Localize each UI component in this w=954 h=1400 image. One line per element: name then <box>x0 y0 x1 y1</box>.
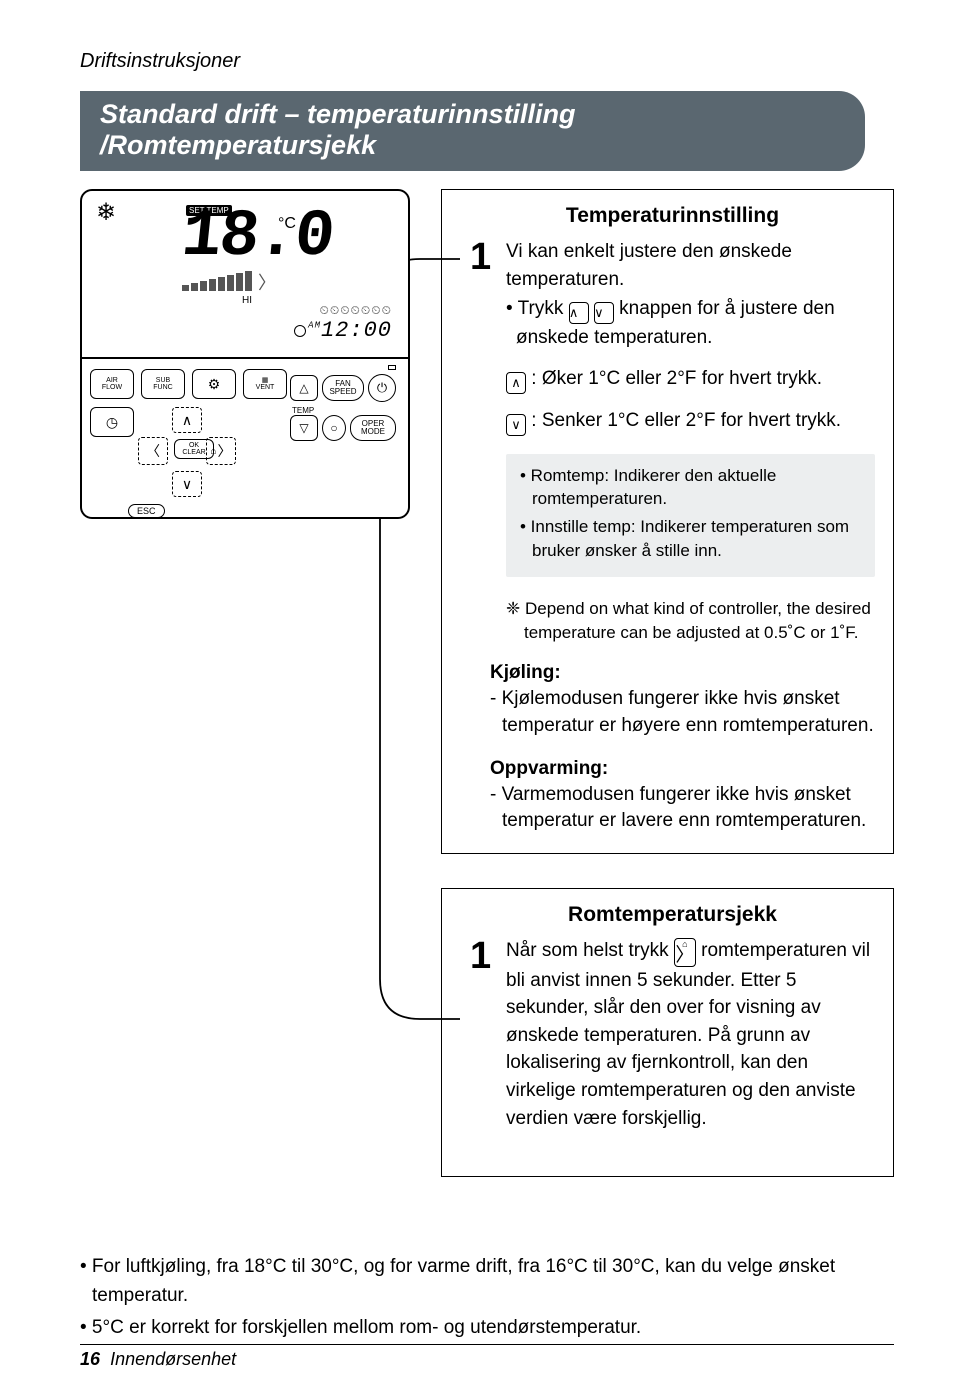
step1-text: Vi kan enkelt justere den ønskede temper… <box>506 238 875 293</box>
sub-func-button[interactable]: SUBFUNC <box>141 369 185 399</box>
fan-arrow-icon: 〉 <box>258 269 276 295</box>
up-key-icon: ∧ <box>569 302 589 324</box>
heating-body: - Varmemodusen fungerer ikke hvis ønsket… <box>490 782 875 835</box>
page-footer: 16 Innendørsenhet <box>80 1344 894 1370</box>
temp-label: TEMP <box>292 406 396 415</box>
clock-readout: AM12:00 <box>294 318 392 343</box>
note-innstille: • Innstille temp: Indikerer temperaturen… <box>520 515 861 563</box>
power-icon: ⏻ <box>377 380 387 396</box>
vent-button[interactable]: ▦VENT <box>243 369 287 399</box>
fan-speed-button[interactable]: FANSPEED <box>322 375 364 401</box>
cooling-body: - Kjølemodusen fungerer ikke hvis ønsket… <box>490 686 875 739</box>
clock-icon <box>294 325 306 337</box>
cooling-head: Kjøling: <box>490 662 875 684</box>
up-key-icon: ∧ <box>506 372 526 394</box>
step-number-1: 1 <box>470 238 492 352</box>
box2-title: Romtemperatursjekk <box>470 903 875 927</box>
temperature-setting-box: Temperaturinnstilling 1 Vi kan enkelt ju… <box>441 189 894 854</box>
temp-up-button[interactable]: ∧ <box>172 407 202 433</box>
remote-controller: ❄ SET TEMP 18.0 °C 〉 HI ⏲⏲⏲⏲⏲⏲⏲ <box>80 189 410 519</box>
led-indicator <box>388 365 396 370</box>
room-temp-check-box: Romtemperatursjekk 1 Når som helst trykk… <box>441 888 894 1177</box>
note-romtemp: • Romtemp: Indikerer den aktuelle romtem… <box>520 464 861 512</box>
timer-dots: ⏲⏲⏲⏲⏲⏲⏲ <box>294 303 392 318</box>
chevron-left-icon: 〈 <box>139 438 167 464</box>
box2-step-body: Når som helst trykk ⌂〉 romtemperaturen v… <box>506 937 875 1132</box>
display-temp-unit: °C <box>278 215 296 233</box>
chevron-right-icon: 〉 <box>218 441 232 461</box>
display-temp-value: 18.0 <box>178 199 336 274</box>
house-right-key-icon: ⌂〉 <box>674 938 696 967</box>
chevron-up-icon: ∧ <box>173 408 201 432</box>
power-button[interactable]: ⏻ <box>368 374 396 402</box>
page-title: Standard drift – temperaturinnstilling /… <box>80 91 865 171</box>
oper-mode-button[interactable]: OPERMODE <box>350 415 396 441</box>
down-mini-button[interactable]: ▽ <box>290 415 318 441</box>
settings-button[interactable]: ⚙ <box>192 369 236 399</box>
indicator-button[interactable]: ○ <box>322 415 346 441</box>
timer-button[interactable]: ◷ <box>90 407 134 437</box>
note-box: • Romtemp: Indikerer den aktuelle romtem… <box>506 454 875 577</box>
esc-button[interactable]: ESC <box>128 504 165 518</box>
controller-note: ❈ Depend on what kind of controller, the… <box>506 597 875 645</box>
remote-display: ❄ SET TEMP 18.0 °C 〉 HI ⏲⏲⏲⏲⏲⏲⏲ <box>80 189 410 359</box>
footer-bullets: • For luftkjøling, fra 18°C til 30°C, og… <box>80 1253 894 1343</box>
down-key-icon: ∨ <box>506 414 526 436</box>
fan-speed-bars <box>182 271 252 291</box>
nav-cluster: ∧ ∨ 〈 ⌂〉 OKCLEAR <box>138 407 258 497</box>
timer-icon: ◷ <box>106 415 118 430</box>
triangle-up-icon: △ <box>299 381 308 395</box>
down-key-description: ∨ : Senker 1°C eller 2°F for hvert trykk… <box>506 410 875 436</box>
step1-bullet: • Trykk ∧ ∨ knappen for å justere den øn… <box>506 295 875 352</box>
nav-left-button[interactable]: 〈 <box>138 437 168 465</box>
box1-title: Temperaturinnstilling <box>470 204 875 228</box>
circle-icon: ○ <box>330 421 337 435</box>
footer-bullet-2: • 5°C er korrekt for forskjellen mellom … <box>80 1314 894 1343</box>
air-flow-button[interactable]: AIRFLOW <box>90 369 134 399</box>
temp-down-button[interactable]: ∨ <box>172 471 202 497</box>
remote-buttons: AIRFLOW SUBFUNC ⚙ ▦VENT ◷ ∧ ∨ 〈 ⌂ <box>80 359 410 519</box>
vent-icon: ▦ <box>262 377 269 384</box>
down-key-icon: ∨ <box>594 302 614 324</box>
running-head: Driftsinstruksjoner <box>80 50 894 73</box>
step-number-1b: 1 <box>470 937 492 1132</box>
heating-head: Oppvarming: <box>490 758 875 780</box>
up-mini-button[interactable]: △ <box>290 375 318 401</box>
up-key-description: ∧ : Øker 1°C eller 2°F for hvert trykk. <box>506 368 875 394</box>
footer-bullet-1: • For luftkjøling, fra 18°C til 30°C, og… <box>80 1253 894 1310</box>
gear-icon: ⚙ <box>208 377 221 392</box>
ok-clear-button[interactable]: OKCLEAR <box>174 439 214 459</box>
chevron-down-icon: ∨ <box>173 472 201 496</box>
triangle-down-icon: ▽ <box>299 421 308 435</box>
fan-hi-label: HI <box>242 295 252 306</box>
page-number: 16 <box>80 1349 100 1369</box>
